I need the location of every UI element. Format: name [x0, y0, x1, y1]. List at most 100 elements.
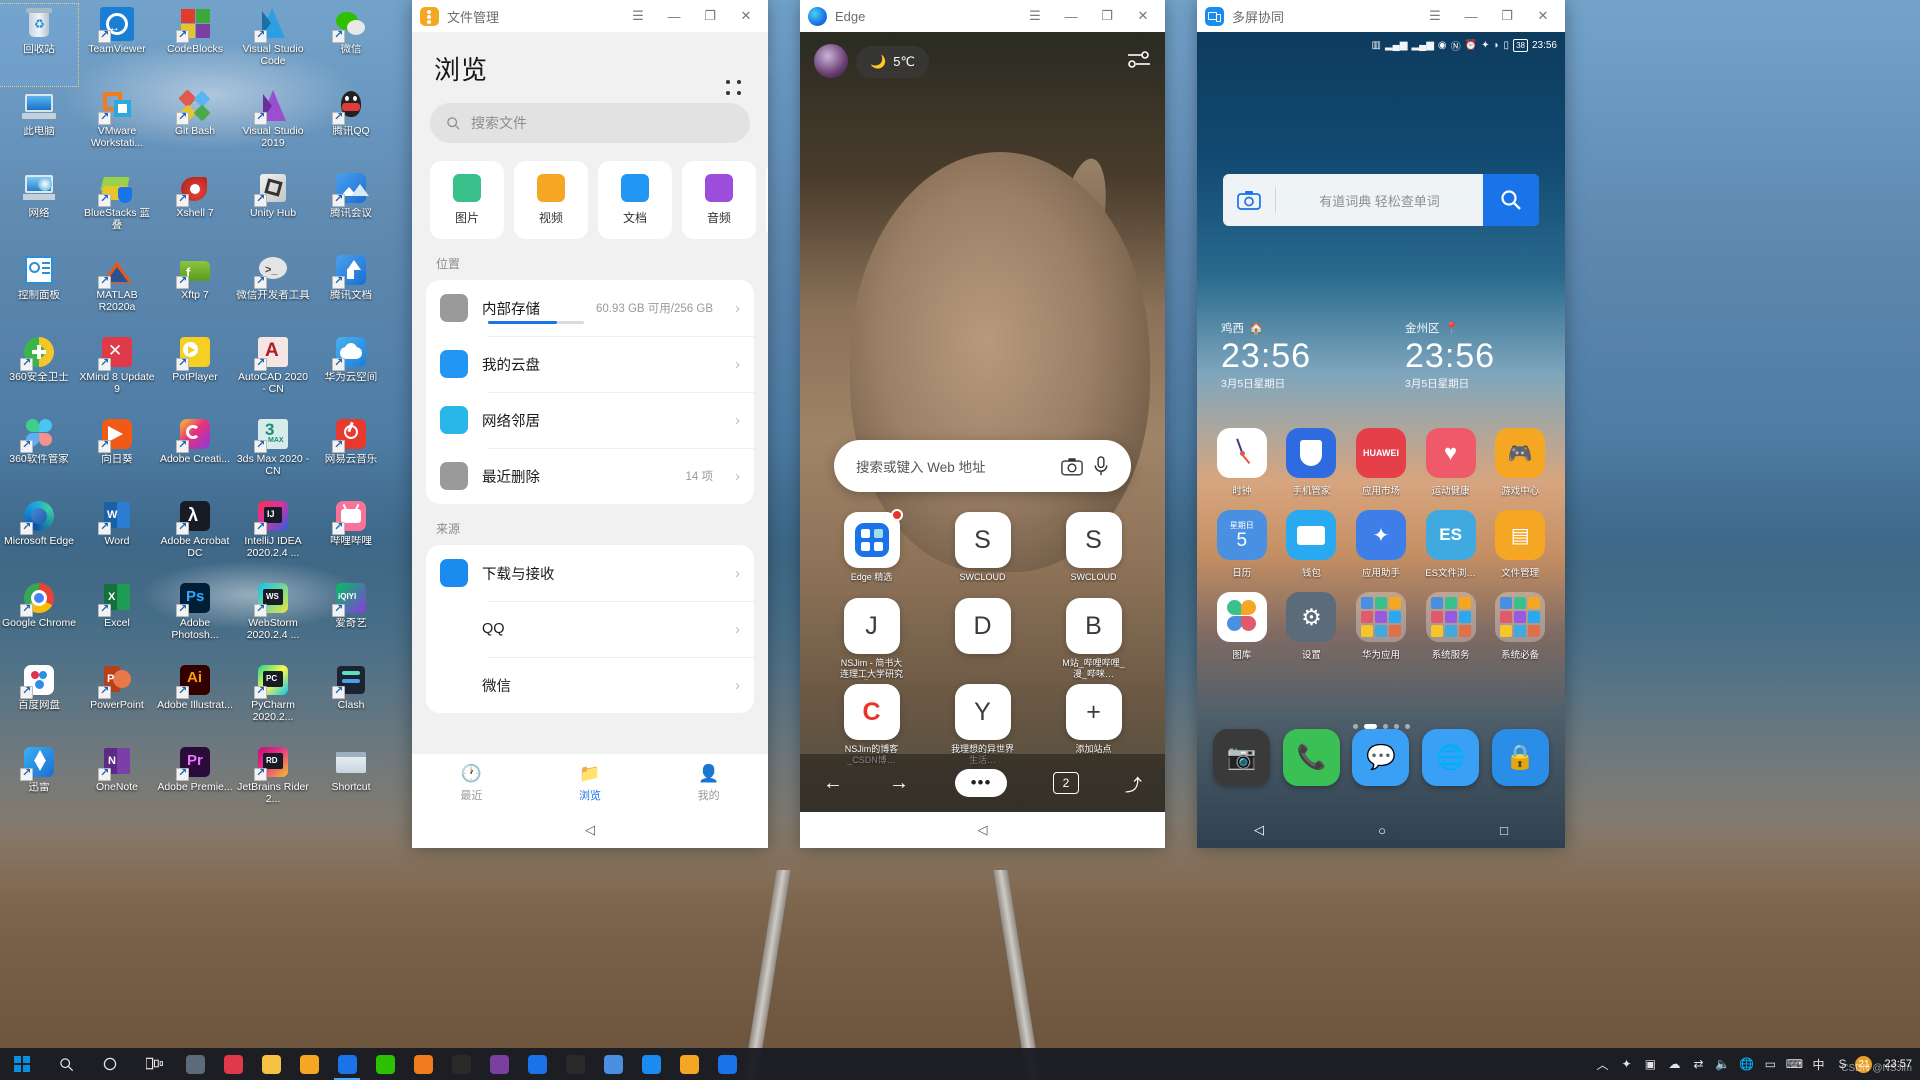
- speed-dial-icon[interactable]: Y: [955, 684, 1011, 740]
- app-wallet-icon[interactable]: 钱包: [1277, 510, 1347, 579]
- microphone-icon[interactable]: [1093, 456, 1109, 477]
- windows-taskbar[interactable]: ︿✦▣☁⇄🔈🌐▭⌨中S21 23:57: [0, 1048, 1920, 1080]
- close-icon[interactable]: ✕: [732, 3, 760, 29]
- app-app-gallery-icon[interactable]: HUAWEI应用市场: [1346, 428, 1416, 497]
- arrow-left-icon[interactable]: ←: [823, 772, 843, 795]
- source-list[interactable]: 下载与接收›QQ›微信›: [426, 545, 754, 713]
- search-icon[interactable]: [44, 1048, 88, 1080]
- ellipsis-icon[interactable]: •••: [955, 769, 1007, 797]
- list-item[interactable]: 我的云盘›: [426, 336, 754, 392]
- clock-icon[interactable]: [1217, 428, 1267, 478]
- speed-dial-tile[interactable]: D: [931, 598, 1034, 680]
- browser-app-icon[interactable]: 🌐: [1422, 729, 1479, 786]
- taskbar-multiscreen-icon[interactable]: [632, 1048, 670, 1080]
- desktop-icon-potplayer-icon[interactable]: PotPlayer: [156, 332, 234, 414]
- camera-icon[interactable]: [1223, 190, 1275, 210]
- system-essentials-folder-icon[interactable]: [1495, 592, 1545, 642]
- desktop-icon-unity-hub-icon[interactable]: Unity Hub: [234, 168, 312, 250]
- taskbar-xmind-icon[interactable]: [214, 1048, 252, 1080]
- dock-phone-app-icon[interactable]: 📞: [1277, 729, 1347, 786]
- dock-messages-app-icon[interactable]: 💬: [1346, 729, 1416, 786]
- category-image-icon[interactable]: 图片: [430, 161, 504, 239]
- network-icon[interactable]: 🌐: [1735, 1048, 1757, 1080]
- taskbar-edge-icon[interactable]: [328, 1048, 366, 1080]
- camera-app-icon[interactable]: 📷: [1213, 729, 1270, 786]
- desktop-icon-git-bash-icon[interactable]: Git Bash: [156, 86, 234, 168]
- desktop-icon-clash-icon[interactable]: Clash: [312, 660, 390, 742]
- desktop-icon-premiere-icon[interactable]: PrAdobe Premie...: [156, 742, 234, 824]
- minimize-icon[interactable]: —: [1057, 3, 1085, 29]
- desktop-icon-qq-icon[interactable]: 腾讯QQ: [312, 86, 390, 168]
- cloud-tray-icon[interactable]: ☁: [1663, 1048, 1685, 1080]
- tab-profile-icon[interactable]: 👤我的: [649, 754, 768, 812]
- desktop-icon-vmware-icon[interactable]: VMware Workstati...: [78, 86, 156, 168]
- circle-home-icon[interactable]: ○: [1378, 823, 1386, 838]
- system-service-folder-icon[interactable]: [1426, 592, 1476, 642]
- speed-dial-icon[interactable]: B: [1066, 598, 1122, 654]
- task-view-icon[interactable]: [132, 1048, 176, 1080]
- desktop-icon-powerpoint-icon[interactable]: PPowerPoint: [78, 660, 156, 742]
- list-item[interactable]: 内部存储60.93 GB 可用/256 GB›: [426, 280, 754, 336]
- android-navbar[interactable]: ◁: [800, 812, 1165, 848]
- desktop-icon-wechat-icon[interactable]: 微信: [312, 4, 390, 86]
- desktop-icon-chrome-icon[interactable]: Google Chrome: [0, 578, 78, 660]
- app-game-center-icon[interactable]: 🎮游戏中心: [1485, 428, 1555, 497]
- edge-bottom-toolbar[interactable]: ← → ••• 2 ⤴: [800, 754, 1165, 812]
- maximize-icon[interactable]: ❐: [1093, 3, 1121, 29]
- category-audio-icon[interactable]: 音频: [682, 161, 756, 239]
- taskbar-file-manager-icon[interactable]: [670, 1048, 708, 1080]
- desktop-icon-teamviewer-icon[interactable]: ↔TeamViewer: [78, 4, 156, 86]
- square-recent-icon[interactable]: □: [1500, 823, 1508, 838]
- desktop-icon-sunlogin-icon[interactable]: 向日葵: [78, 414, 156, 496]
- arrow-right-icon[interactable]: →: [889, 772, 909, 795]
- ime-icon[interactable]: 中: [1807, 1048, 1829, 1080]
- omnibox[interactable]: 搜索或键入 Web 地址: [834, 440, 1131, 492]
- system-tray[interactable]: ︿✦▣☁⇄🔈🌐▭⌨中S21: [1591, 1048, 1876, 1080]
- health-icon[interactable]: ♥: [1426, 428, 1476, 478]
- speed-dial-icon[interactable]: +: [1066, 684, 1122, 740]
- desktop-icon-thunder-icon[interactable]: 迅雷: [0, 742, 78, 824]
- phone-app-icon[interactable]: 📞: [1283, 729, 1340, 786]
- location-list[interactable]: 内部存储60.93 GB 可用/256 GB›我的云盘›网络邻居›最近删除14 …: [426, 280, 754, 504]
- desktop-icon-grid[interactable]: ♻回收站↔TeamViewerCodeBlocksVisual Studio C…: [0, 4, 390, 824]
- desktop-icon-tencent-docs-icon[interactable]: 腾讯文档: [312, 250, 390, 332]
- taskbar-vscode-icon[interactable]: [518, 1048, 556, 1080]
- taskbar-potplayer-icon[interactable]: [290, 1048, 328, 1080]
- app-phone-manager-icon[interactable]: 手机管家: [1277, 428, 1347, 497]
- dock-camera-app-icon[interactable]: 📷: [1207, 729, 1277, 786]
- minimize-icon[interactable]: —: [660, 3, 688, 29]
- list-item[interactable]: 下载与接收›: [426, 545, 754, 601]
- app-system-essentials-folder-icon[interactable]: 系统必备: [1485, 592, 1555, 661]
- gallery-icon[interactable]: [1217, 592, 1267, 642]
- close-icon[interactable]: ✕: [1129, 3, 1157, 29]
- phone-manager-icon[interactable]: [1286, 428, 1336, 478]
- dual-clock-widget[interactable]: 鸡西🏠23:563月5日星期日金州区📍23:563月5日星期日: [1197, 320, 1565, 391]
- menu-icon[interactable]: ☰: [1421, 3, 1449, 29]
- taskbar-typora-icon[interactable]: [442, 1048, 480, 1080]
- desktop-icon-xshell-icon[interactable]: Xshell 7: [156, 168, 234, 250]
- desktop-icon-webstorm-icon[interactable]: WSWebStorm 2020.2.4 ...: [234, 578, 312, 660]
- app-huawei-apps-folder-icon[interactable]: 华为应用: [1346, 592, 1416, 661]
- edge-titlebar[interactable]: Edge ☰ — ❐ ✕: [800, 0, 1165, 32]
- desktop-icon-bilibili-icon[interactable]: 哔哩哔哩: [312, 496, 390, 578]
- taskbar-app-buttons[interactable]: [176, 1048, 746, 1080]
- minimize-icon[interactable]: —: [1457, 3, 1485, 29]
- cortana-icon[interactable]: [88, 1048, 132, 1080]
- desktop-icon-xftp-icon[interactable]: fXftp 7: [156, 250, 234, 332]
- app-gallery-icon[interactable]: 图库: [1207, 592, 1277, 661]
- share-icon[interactable]: ⤴: [1125, 771, 1142, 796]
- chevron-up-icon[interactable]: ︿: [1591, 1048, 1613, 1080]
- battery-icon[interactable]: ▭: [1759, 1048, 1781, 1080]
- file-manager-tabbar[interactable]: 🕐最近📁浏览👤我的: [412, 754, 768, 812]
- desktop-icon-rider-icon[interactable]: RDJetBrains Rider 2...: [234, 742, 312, 824]
- huawei-apps-folder-icon[interactable]: [1356, 592, 1406, 642]
- messages-app-icon[interactable]: 💬: [1352, 729, 1409, 786]
- es-file-explorer-icon[interactable]: ES: [1426, 510, 1476, 560]
- clock-widget-0[interactable]: 鸡西🏠23:563月5日星期日: [1197, 320, 1381, 391]
- phone-dock[interactable]: 📷📞💬🌐🔒: [1207, 729, 1555, 786]
- taskbar-widgets-icon[interactable]: [176, 1048, 214, 1080]
- close-icon[interactable]: ✕: [1529, 3, 1557, 29]
- speed-dial-tile[interactable]: JNSJim - 简书大连理工大学研究生…: [820, 598, 923, 680]
- menu-icon[interactable]: ☰: [1021, 3, 1049, 29]
- tab-recent-icon[interactable]: 🕐最近: [412, 754, 531, 812]
